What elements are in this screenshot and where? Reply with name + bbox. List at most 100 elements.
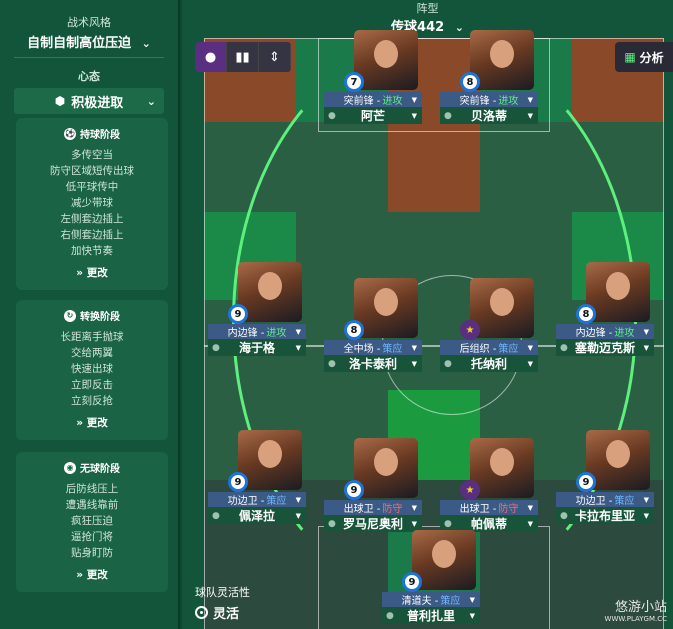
player-card-dl[interactable]: 9 功边卫 - 策应 ▼ ● 佩泽拉 ▼ (208, 430, 306, 525)
player-name-select[interactable]: ● 塞勒迈克斯 ▼ (556, 339, 654, 356)
condition-badge: 8 (576, 304, 596, 324)
ball-icon: ⚽ (64, 127, 76, 140)
duty-label: 策应 (498, 344, 519, 355)
tactic-style-select[interactable]: 自制自制高位压迫 ⌄ (0, 32, 178, 51)
player-name-select[interactable]: ● 普利扎里 ▼ (382, 607, 480, 624)
duty-label: 防守 (382, 504, 403, 515)
role-select[interactable]: 内边锋 - 进攻 ▼ (208, 324, 306, 339)
caret-down-icon: ▼ (411, 111, 417, 120)
player-card-mcr[interactable]: ★ 后组织 - 策应 ▼ ● 托纳利 ▼ (440, 278, 538, 373)
condition-badge: 9 (344, 480, 364, 500)
condition-badge: 9 (228, 472, 248, 492)
change-button[interactable]: » 更改 (16, 265, 168, 280)
player-card-mcl[interactable]: 8 全中场 - 策应 ▼ ● 洛卡泰利 ▼ (324, 278, 422, 373)
role-label: 全中场 - (343, 344, 381, 355)
mentality-select[interactable]: ⬢ 积极进取 ⌄ (14, 88, 164, 114)
duty-label: 进攻 (266, 328, 287, 339)
caret-down-icon: ▼ (411, 519, 417, 528)
role-select[interactable]: 出球卫 - 防守 ▼ (324, 500, 422, 515)
role-select[interactable]: 出球卫 - 防守 ▼ (440, 500, 538, 515)
fluidity-value: 灵活 (213, 607, 240, 622)
change-label: 更改 (86, 417, 108, 429)
role-select[interactable]: 内边锋 - 进攻 ▼ (556, 324, 654, 339)
fluidity-label: 球队灵活性 (195, 586, 250, 599)
player-name-select[interactable]: ● 佩泽拉 ▼ (208, 507, 306, 524)
stats-view-button[interactable]: ▮▮ (227, 42, 259, 72)
player-name-select[interactable]: ● 洛卡泰利 ▼ (324, 355, 422, 372)
instruction-list: 多传空当 防守区域短传出球 低平球传中 减少带球 左侧套边插上 右侧套边插上 加快节奏 (16, 147, 168, 259)
formation-select[interactable]: 传球442 ⌄ (182, 16, 673, 35)
player-card-dcl[interactable]: 9 出球卫 - 防守 ▼ ● 罗马尼奥利 ▼ (324, 438, 422, 533)
instruction-item: 交给两翼 (71, 347, 113, 359)
role-label: 内边锋 - (227, 328, 265, 339)
player-name-select[interactable]: ● 海于格 ▼ (208, 339, 306, 356)
change-button[interactable]: » 更改 (16, 415, 168, 430)
change-button[interactable]: » 更改 (16, 567, 168, 582)
view-toolbar: ● ▮▮ ⇕ (195, 42, 291, 72)
instruction-item: 低平球传中 (65, 181, 119, 193)
instructions-view-button[interactable]: ⇕ (259, 42, 291, 72)
instruction-item: 防守区域短传出球 (50, 165, 134, 177)
player-name: 佩泽拉 (238, 509, 275, 523)
instruction-item: 后防线压上 (65, 483, 119, 495)
condition-badge: 8 (460, 72, 480, 92)
player-card-st-left[interactable]: 7 突前锋 - 进攻 ▼ ● 阿芒 ▼ (324, 30, 422, 125)
role-label: 内边锋 - (575, 328, 613, 339)
condition-badge: 8 (344, 320, 364, 340)
role-select[interactable]: 突前锋 - 进攻 ▼ (440, 92, 538, 107)
instruction-item: 立刻反抢 (71, 395, 113, 407)
role-label: 出球卫 - (343, 504, 381, 515)
role-label: 清道夫 - (401, 596, 439, 607)
role-select[interactable]: 全中场 - 策应 ▼ (324, 340, 422, 355)
player-card-ml[interactable]: 9 内边锋 - 进攻 ▼ ● 海于格 ▼ (208, 262, 306, 357)
instruction-list: 长距离手抛球 交给两翼 快速出球 立即反击 立刻反抢 (16, 329, 168, 409)
player-name-select[interactable]: ● 贝洛蒂 ▼ (440, 107, 538, 124)
role-label: 突前锋 - (343, 96, 381, 107)
fluidity-select[interactable]: 灵活 (195, 603, 250, 622)
role-label: 功边卫 - (575, 496, 613, 507)
player-name-select[interactable]: ● 阿芒 ▼ (324, 107, 422, 124)
target-icon (195, 606, 208, 619)
caret-down-icon: ▼ (527, 343, 533, 352)
role-select[interactable]: 功边卫 - 策应 ▼ (556, 492, 654, 507)
role-label: 后组织 - (459, 344, 497, 355)
duty-label: 策应 (614, 496, 635, 507)
duty-label: 策应 (266, 496, 287, 507)
instruction-item: 减少带球 (71, 197, 113, 209)
player-card-st-right[interactable]: 8 突前锋 - 进攻 ▼ ● 贝洛蒂 ▼ (440, 30, 538, 125)
caret-down-icon: ▼ (411, 359, 417, 368)
role-select[interactable]: 突前锋 - 进攻 ▼ (324, 92, 422, 107)
instruction-item: 逼抢门将 (71, 531, 113, 543)
player-card-gk[interactable]: 9 清道夫 - 策应 ▼ ● 普利扎里 ▼ (382, 530, 480, 625)
role-select[interactable]: 后组织 - 策应 ▼ (440, 340, 538, 355)
player-card-dr[interactable]: 9 功边卫 - 策应 ▼ ● 卡拉布里亚 ▼ (556, 430, 654, 525)
team-fluidity: 球队灵活性 灵活 (195, 584, 250, 622)
instruction-list: 后防线压上 遭遇线靠前 疯狂压迫 逼抢门将 贴身盯防 (16, 481, 168, 561)
player-name-select[interactable]: ● 托纳利 ▼ (440, 355, 538, 372)
person-icon: ● (204, 49, 217, 65)
caret-down-icon: ▼ (527, 359, 533, 368)
role-select[interactable]: 功边卫 - 策应 ▼ (208, 492, 306, 507)
player-card-mr[interactable]: 8 内边锋 - 进攻 ▼ ● 塞勒迈克斯 ▼ (556, 262, 654, 357)
watermark-url: WWW.PLAYGM.CC (604, 615, 667, 623)
player-name-select[interactable]: ● 卡拉布里亚 ▼ (556, 507, 654, 524)
duty-label: 进攻 (498, 96, 519, 107)
instruction-item: 多传空当 (71, 149, 113, 161)
person-icon: ● (328, 518, 336, 529)
double-chevron-icon: » (76, 267, 84, 279)
player-card-dcr[interactable]: ★ 出球卫 - 防守 ▼ ● 帕佩蒂 ▼ (440, 438, 538, 533)
caret-down-icon: ▼ (527, 519, 533, 528)
caret-down-icon: ▼ (295, 327, 301, 336)
role-select[interactable]: 清道夫 - 策应 ▼ (382, 592, 480, 607)
analysis-button[interactable]: ▦ 分析 (615, 42, 673, 72)
double-chevron-icon: » (76, 417, 84, 429)
change-label: 更改 (86, 569, 108, 581)
player-name: 塞勒迈克斯 (574, 341, 635, 355)
out-of-possession-panel: ◉ 无球阶段 后防线压上 遭遇线靠前 疯狂压迫 逼抢门将 贴身盯防 » 更改 (16, 452, 168, 592)
instruction-item: 疯狂压迫 (71, 515, 113, 527)
caret-down-icon: ▼ (527, 95, 533, 104)
instruction-item: 加快节奏 (71, 245, 113, 257)
role-label: 出球卫 - (459, 504, 497, 515)
player-view-button[interactable]: ● (195, 42, 227, 72)
condition-badge: 9 (402, 572, 422, 592)
